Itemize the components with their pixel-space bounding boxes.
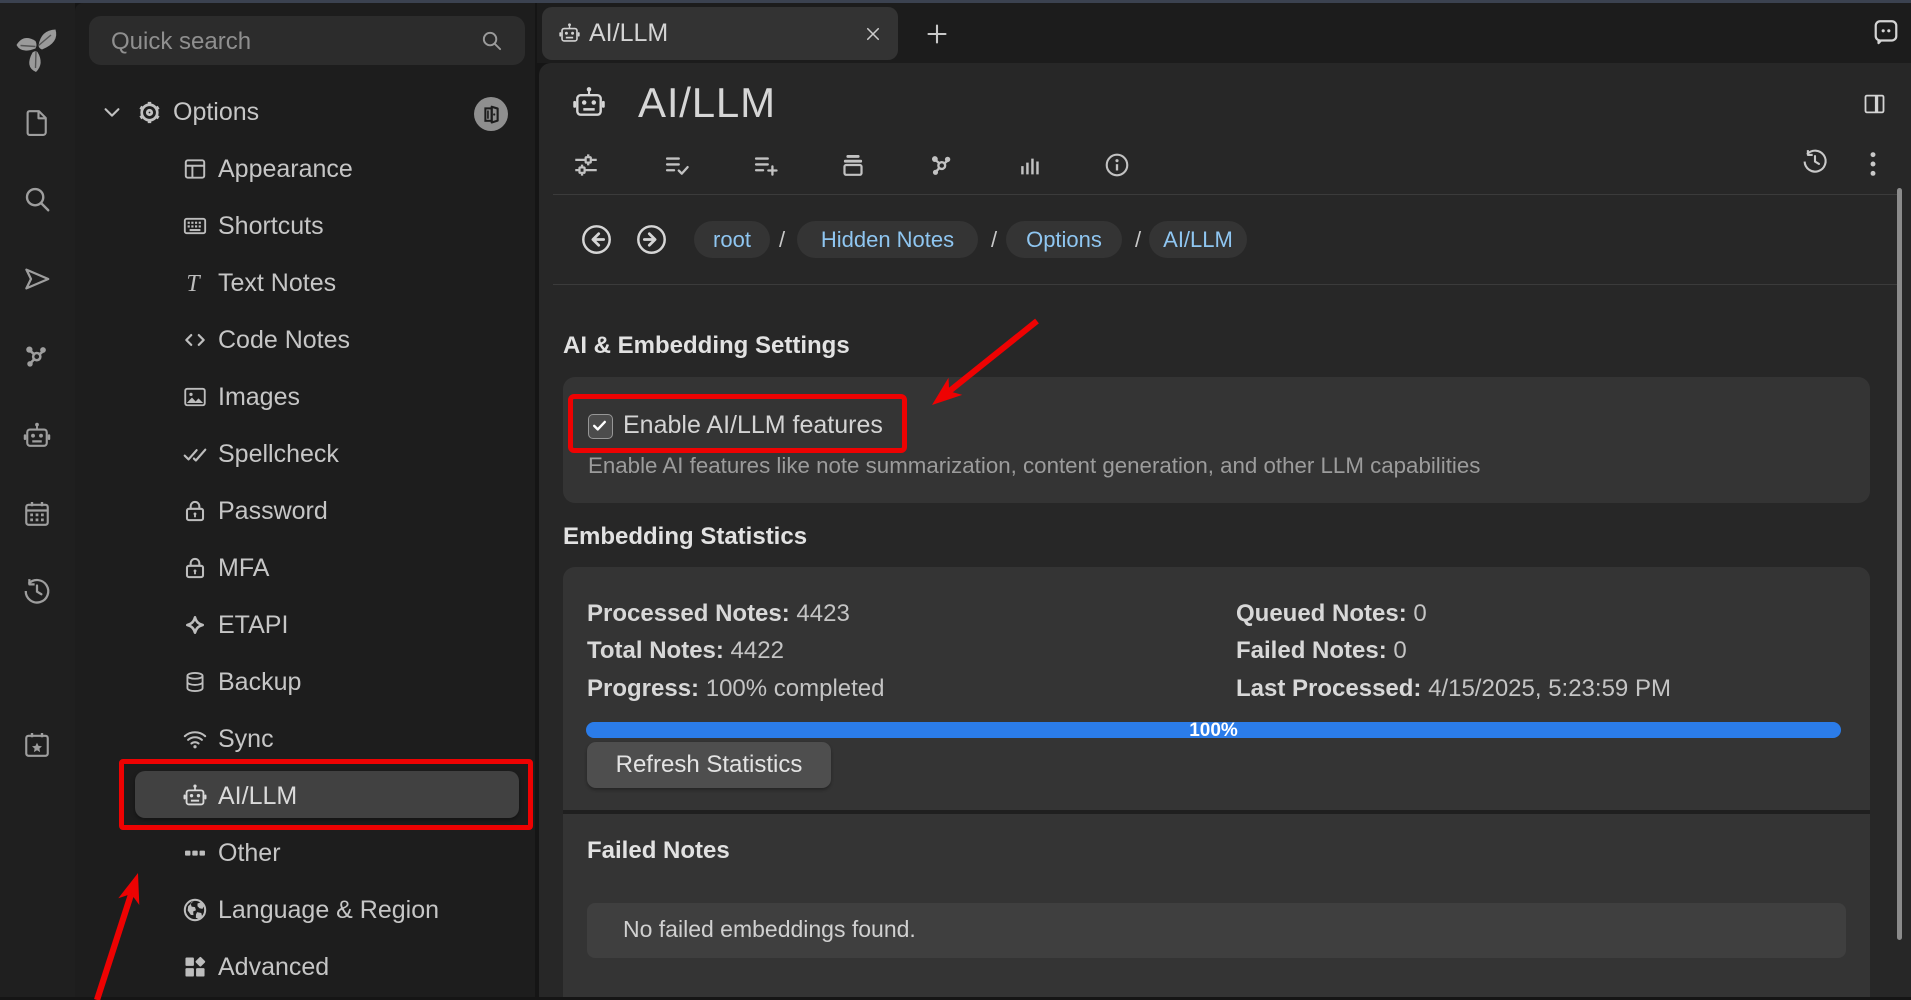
svg-text:T: T xyxy=(186,271,201,296)
